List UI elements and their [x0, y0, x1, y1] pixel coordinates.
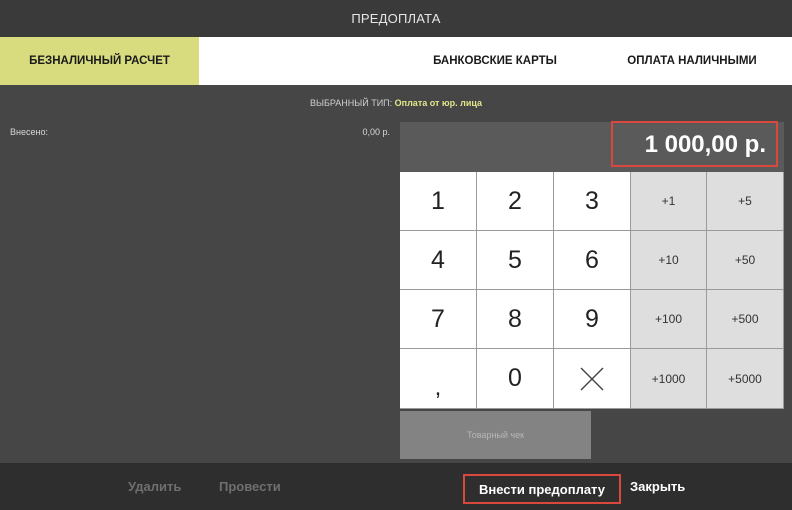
key-plus-1[interactable]: +1 — [631, 172, 707, 231]
key-0[interactable]: 0 — [477, 349, 554, 409]
delete-button[interactable]: Удалить — [128, 463, 181, 510]
paid-value: 0,00 р. — [362, 127, 390, 137]
amount-value: 1 000,00 р. — [611, 121, 778, 167]
tab-cashless[interactable]: БЕЗНАЛИЧНЫЙ РАСЧЕТ — [0, 37, 199, 85]
selected-type-value: Оплата от юр. лица — [394, 98, 482, 108]
key-plus-5000[interactable]: +5000 — [707, 349, 784, 409]
prepay-button[interactable]: Внести предоплату — [463, 474, 621, 504]
key-plus-10[interactable]: +10 — [631, 231, 707, 290]
key-2[interactable]: 2 — [477, 172, 554, 231]
window-title: ПРЕДОПЛАТА — [0, 0, 792, 37]
key-5[interactable]: 5 — [477, 231, 554, 290]
key-plus-100[interactable]: +100 — [631, 290, 707, 349]
numeric-keypad: 1 2 3 +1 +5 4 5 6 +10 +50 7 8 9 +100 +50… — [400, 172, 784, 409]
key-4[interactable]: 4 — [400, 231, 477, 290]
key-7[interactable]: 7 — [400, 290, 477, 349]
selected-type-label: ВЫБРАННЫЙ ТИП: — [309, 98, 393, 108]
key-3[interactable]: 3 — [554, 172, 631, 231]
tab-cash[interactable]: ОПЛАТА НАЛИЧНЫМИ — [606, 37, 778, 85]
key-plus-5[interactable]: +5 — [707, 172, 784, 231]
key-6[interactable]: 6 — [554, 231, 631, 290]
key-plus-50[interactable]: +50 — [707, 231, 784, 290]
selected-type: ВЫБРАННЫЙ ТИП: Оплата от юр. лица — [0, 98, 792, 108]
paid-label: Внесено: — [10, 127, 48, 137]
post-button[interactable]: Провести — [219, 463, 281, 510]
key-comma[interactable]: , — [400, 349, 477, 409]
receipt-button[interactable]: Товарный чек — [400, 411, 591, 459]
key-8[interactable]: 8 — [477, 290, 554, 349]
clear-icon — [580, 367, 604, 390]
close-button[interactable]: Закрыть — [630, 463, 685, 510]
payment-tabs: БЕЗНАЛИЧНЫЙ РАСЧЕТ БАНКОВСКИЕ КАРТЫ ОПЛА… — [0, 37, 792, 85]
key-9[interactable]: 9 — [554, 290, 631, 349]
footer-bar: Удалить Провести Внести предоплату Закры… — [0, 463, 792, 510]
tab-bank-cards[interactable]: БАНКОВСКИЕ КАРТЫ — [410, 37, 580, 85]
key-plus-1000[interactable]: +1000 — [631, 349, 707, 409]
key-1[interactable]: 1 — [400, 172, 477, 231]
key-plus-500[interactable]: +500 — [707, 290, 784, 349]
backspace-key[interactable] — [554, 349, 631, 409]
